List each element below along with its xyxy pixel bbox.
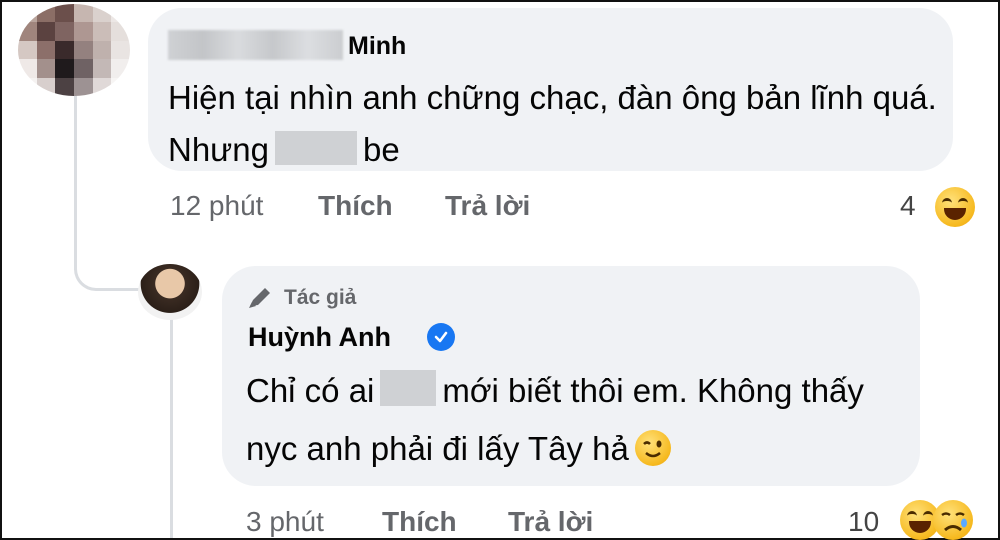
comment-reply-button[interactable]: Trả lời [445, 190, 530, 222]
comment-author-name[interactable]: Minh [348, 32, 406, 61]
comment-like-button[interactable]: Thích [318, 190, 393, 222]
comment-text: Hiện tại nhìn anh chững chạc, đàn ông bả… [168, 72, 948, 176]
sad-reaction-icon[interactable] [933, 500, 973, 540]
redaction-box [380, 370, 437, 406]
reply-thread-line [170, 318, 173, 538]
commenter-avatar-blurred[interactable] [18, 4, 130, 96]
verified-badge-icon [427, 323, 455, 351]
comment-text-part-2: be [362, 131, 400, 168]
reply-reaction-count[interactable]: 10 [848, 506, 879, 538]
reply-reply-button[interactable]: Trả lời [508, 506, 593, 538]
thread-connector [74, 240, 139, 291]
reply-like-button[interactable]: Thích [382, 506, 457, 538]
reply-time[interactable]: 3 phút [246, 506, 324, 538]
redaction-box [274, 131, 357, 165]
laugh-reaction-icon[interactable] [935, 187, 975, 227]
comment-reaction-count[interactable]: 4 [900, 190, 916, 222]
reply-bubble: Tác giả Huỳnh Anh Chỉ có ai mới biết thôi… [222, 266, 920, 486]
reply-author-avatar[interactable] [138, 264, 202, 320]
reply-text-part-1: Chỉ có ai [246, 372, 375, 409]
pen-icon [249, 288, 270, 308]
comment-time[interactable]: 12 phút [170, 190, 263, 222]
author-badge-label: Tác giả [284, 286, 357, 309]
winking-face-icon [634, 430, 671, 466]
reply-text: Chỉ có ai mới biết thôi em. Không thấy ny… [246, 362, 916, 478]
reply-author-name[interactable]: Huỳnh Anh [248, 322, 391, 353]
comment-bubble: Minh Hiện tại nhìn anh chững chạc, đàn ô… [148, 8, 953, 171]
blurred-name [168, 30, 343, 60]
